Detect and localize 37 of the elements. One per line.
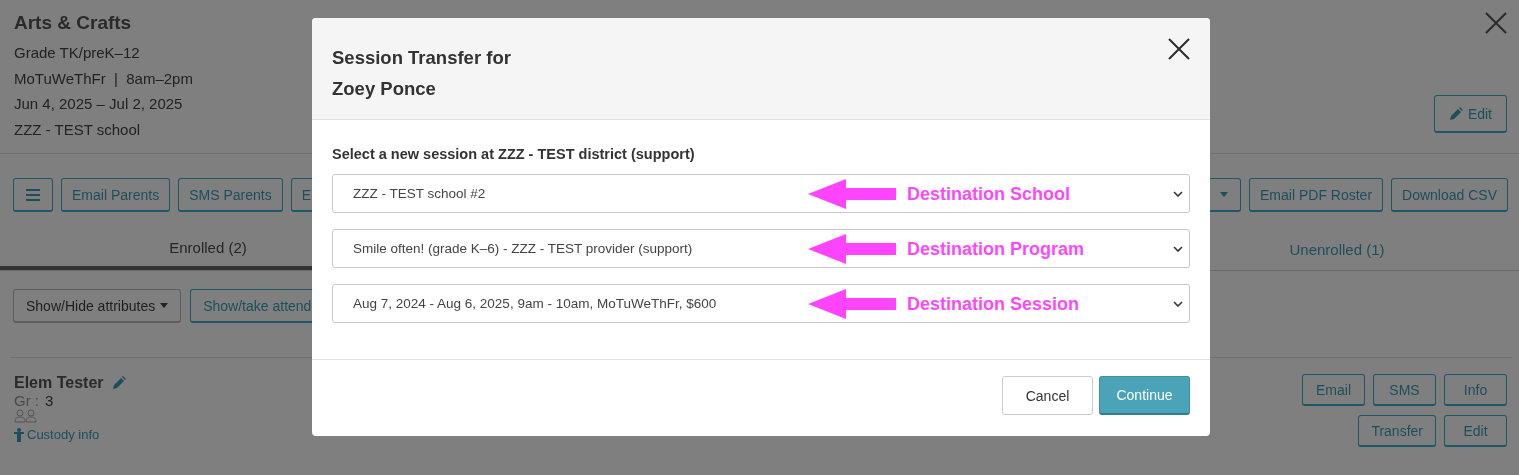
student-action-button[interactable]: Info bbox=[1444, 374, 1507, 406]
annotation-label: Destination School bbox=[907, 183, 1070, 205]
grade-value: 3 bbox=[45, 392, 54, 409]
caret-icon bbox=[160, 303, 169, 308]
annotation-label: Destination Program bbox=[907, 238, 1085, 260]
class-detail: Jun 4, 2025 – Jul 2, 2025 bbox=[14, 94, 184, 114]
student-action-button[interactable]: Email bbox=[1302, 374, 1365, 406]
toolbar-button[interactable]: Email PDF Roster bbox=[1249, 178, 1384, 212]
annotation-label: Destination Session bbox=[907, 293, 1080, 315]
class-detail: Grade TK/preK–12 bbox=[14, 43, 141, 63]
toolbar-button[interactable]: Email Parents bbox=[61, 178, 171, 212]
person-icon bbox=[14, 427, 24, 442]
modal-title: Session Transfer for Zoey Ponce bbox=[332, 46, 512, 101]
class-detail: ZZZ - TEST school bbox=[14, 119, 142, 140]
chevron-icon bbox=[1173, 190, 1183, 197]
pencil-icon bbox=[111, 376, 126, 390]
student-action-button[interactable]: Transfer bbox=[1358, 415, 1436, 447]
toolbar-button[interactable]: SMS Parents bbox=[178, 178, 283, 212]
chevron-icon bbox=[1173, 245, 1183, 252]
edit-button[interactable]: Edit bbox=[1433, 95, 1507, 133]
student-action-button[interactable]: SMS bbox=[1373, 374, 1436, 406]
menu-icon bbox=[26, 188, 40, 201]
class-detail: MoTuWeThFr | 8am–2pm bbox=[14, 68, 193, 89]
chevron-icon bbox=[1173, 300, 1183, 307]
student-name: Elem Tester bbox=[14, 374, 104, 392]
student-action-button[interactable]: Edit bbox=[1444, 415, 1507, 447]
toolbar-button[interactable]: Download CSV bbox=[1391, 178, 1508, 212]
close-icon[interactable] bbox=[1168, 38, 1190, 60]
prompt-label: Select a new session at ZZZ - TEST district (support) bbox=[332, 146, 696, 162]
people-icon bbox=[14, 409, 38, 423]
pencil-icon bbox=[1448, 106, 1463, 121]
cancel-button[interactable]: Cancel bbox=[1002, 376, 1093, 415]
custody-link[interactable]: Custody info bbox=[14, 427, 126, 442]
attributes-dropdown[interactable]: Show/Hide attributes bbox=[13, 289, 182, 323]
page-title: Arts & Crafts bbox=[14, 12, 133, 34]
caret-icon bbox=[1220, 192, 1229, 197]
continue-button[interactable]: Continue bbox=[1099, 376, 1190, 415]
